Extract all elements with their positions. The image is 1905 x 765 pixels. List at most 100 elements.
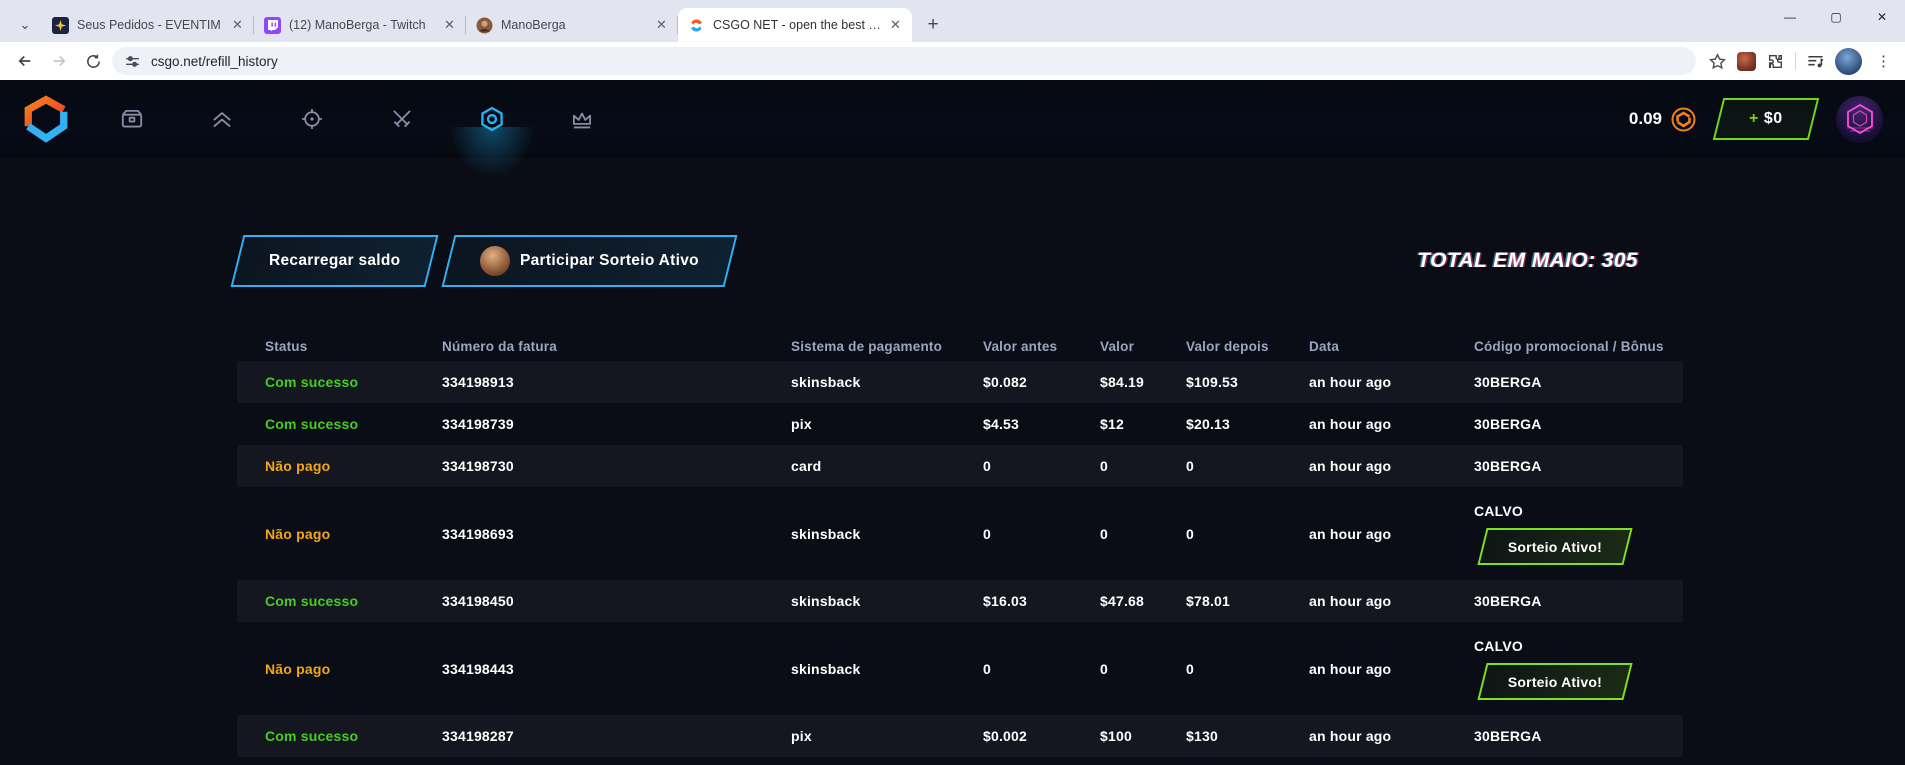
browser-menu-icon[interactable]: ⋮ xyxy=(1872,52,1895,70)
close-icon[interactable]: ✕ xyxy=(887,17,904,34)
column-header: Sistema de pagamento xyxy=(791,339,983,354)
payment-cell: pix xyxy=(791,728,983,744)
tab-title: CSGO NET - open the best CS:G xyxy=(713,18,881,32)
tab-search-button[interactable]: ⌄ xyxy=(8,8,42,42)
forward-button[interactable] xyxy=(44,46,74,76)
value-cell: 0 xyxy=(1100,661,1186,677)
omnibox[interactable]: csgo.net/refill_history xyxy=(112,47,1696,75)
tab-twitch[interactable]: (12) ManoBerga - Twitch ✕ xyxy=(254,8,466,42)
tab-title: ManoBerga xyxy=(501,18,647,32)
minimize-button[interactable]: — xyxy=(1767,0,1813,34)
status-cell: Não pago xyxy=(265,661,442,677)
date-cell: an hour ago xyxy=(1309,458,1474,474)
payment-cell: skinsback xyxy=(791,526,983,542)
column-header: Valor antes xyxy=(983,339,1100,354)
king-icon[interactable] xyxy=(568,105,596,133)
table-row: Com sucesso334198739pix$4.53$12$20.13an … xyxy=(237,403,1683,445)
close-icon[interactable]: ✕ xyxy=(653,17,670,34)
table-row: Não pago334198443skinsback000an hour ago… xyxy=(237,622,1683,715)
divider xyxy=(1795,52,1796,70)
payment-cell: skinsback xyxy=(791,661,983,677)
browser-profile-avatar[interactable] xyxy=(1835,48,1862,75)
value-before-cell: $4.53 xyxy=(983,416,1100,432)
table-row: Não pago334198730card000an hour ago30BER… xyxy=(237,445,1683,487)
status-cell: Não pago xyxy=(265,458,442,474)
site-navbar: 0.09 +$0 xyxy=(0,80,1905,158)
extensions-puzzle-icon[interactable] xyxy=(1766,52,1785,71)
exchange-icon[interactable] xyxy=(478,105,506,133)
promo-code: 30BERGA xyxy=(1474,416,1683,432)
table-row: Com sucesso334198450skinsback$16.03$47.6… xyxy=(237,580,1683,622)
back-button[interactable] xyxy=(10,46,40,76)
tab-eventim[interactable]: Seus Pedidos - EVENTIM ✕ xyxy=(42,8,254,42)
tab-csgonet-active[interactable]: CSGO NET - open the best CS:G ✕ xyxy=(678,8,912,42)
status-cell: Com sucesso xyxy=(265,593,442,609)
promo-code: 30BERGA xyxy=(1474,374,1683,390)
sight-icon[interactable] xyxy=(298,105,326,133)
raffle-button-label: Sorteio Ativo! xyxy=(1508,673,1602,689)
media-controls-icon[interactable] xyxy=(1806,52,1825,71)
promo-cell: 30BERGA xyxy=(1474,416,1683,432)
invoice-cell: 334198730 xyxy=(442,458,791,474)
url-bar: csgo.net/refill_history ⋮ xyxy=(0,42,1905,80)
promo-cell: 30BERGA xyxy=(1474,593,1683,609)
value-before-cell: 0 xyxy=(983,458,1100,474)
refill-history-table: StatusNúmero da faturaSistema de pagamen… xyxy=(237,331,1683,757)
promo-code: CALVO xyxy=(1474,638,1683,654)
recharge-balance-button[interactable]: Recarregar saldo xyxy=(231,235,439,287)
site-settings-icon[interactable] xyxy=(124,53,141,70)
bookmark-star-icon[interactable] xyxy=(1708,52,1727,71)
invoice-cell: 334198913 xyxy=(442,374,791,390)
upgrade-icon[interactable] xyxy=(208,105,236,133)
url-text[interactable]: csgo.net/refill_history xyxy=(151,54,278,69)
tab-title: Seus Pedidos - EVENTIM xyxy=(77,18,223,32)
site-page: 0.09 +$0 Recarregar saldo xyxy=(0,80,1905,765)
coin-icon xyxy=(1671,107,1696,132)
promo-cell: CALVO Sorteio Ativo! xyxy=(1474,638,1683,700)
deposit-button[interactable]: +$0 xyxy=(1713,98,1819,140)
table-row: Não pago334198693skinsback000an hour ago… xyxy=(237,487,1683,580)
promo-code: CALVO xyxy=(1474,503,1683,519)
value-cell: 0 xyxy=(1100,458,1186,474)
value-cell: 0 xyxy=(1100,526,1186,542)
column-header: Valor xyxy=(1100,339,1186,354)
toolbar-row: Recarregar saldo Participar Sorteio Ativ… xyxy=(237,235,1683,287)
active-raffle-button[interactable]: Sorteio Ativo! xyxy=(1477,663,1632,700)
join-raffle-button[interactable]: Participar Sorteio Ativo xyxy=(442,235,738,287)
maximize-button[interactable]: ▢ xyxy=(1813,0,1859,34)
tab-title: (12) ManoBerga - Twitch xyxy=(289,18,435,32)
column-header: Número da fatura xyxy=(442,339,791,354)
value-before-cell: $0.002 xyxy=(983,728,1100,744)
tab-manoberga[interactable]: ManoBerga ✕ xyxy=(466,8,678,42)
promo-cell: 30BERGA xyxy=(1474,458,1683,474)
value-cell: $84.19 xyxy=(1100,374,1186,390)
status-cell: Com sucesso xyxy=(265,416,442,432)
close-icon[interactable]: ✕ xyxy=(441,17,458,34)
value-after-cell: 0 xyxy=(1186,661,1309,677)
battles-icon[interactable] xyxy=(388,105,416,133)
navbar-right: 0.09 +$0 xyxy=(1629,96,1883,143)
twitch-favicon xyxy=(264,17,281,34)
close-window-button[interactable]: ✕ xyxy=(1859,0,1905,34)
site-user-avatar[interactable] xyxy=(1836,96,1883,143)
csgonet-logo[interactable] xyxy=(22,95,70,143)
promo-cell: CALVO Sorteio Ativo! xyxy=(1474,503,1683,565)
balance: 0.09 xyxy=(1629,107,1696,132)
value-after-cell: $20.13 xyxy=(1186,416,1309,432)
raffle-avatar xyxy=(480,246,510,276)
avatar-photo-favicon xyxy=(476,17,493,34)
value-after-cell: $109.53 xyxy=(1186,374,1309,390)
eventim-favicon xyxy=(52,17,69,34)
window-controls: — ▢ ✕ xyxy=(1767,0,1905,34)
invoice-cell: 334198739 xyxy=(442,416,791,432)
extension-avatar-icon[interactable] xyxy=(1737,52,1756,71)
active-raffle-button[interactable]: Sorteio Ativo! xyxy=(1477,528,1632,565)
cases-icon[interactable] xyxy=(118,105,146,133)
value-cell: $100 xyxy=(1100,728,1186,744)
close-icon[interactable]: ✕ xyxy=(229,17,246,34)
table-row: Com sucesso334198287pix$0.002$100$130an … xyxy=(237,715,1683,757)
date-cell: an hour ago xyxy=(1309,374,1474,390)
new-tab-button[interactable]: + xyxy=(918,10,948,40)
payment-cell: skinsback xyxy=(791,593,983,609)
reload-button[interactable] xyxy=(78,46,108,76)
